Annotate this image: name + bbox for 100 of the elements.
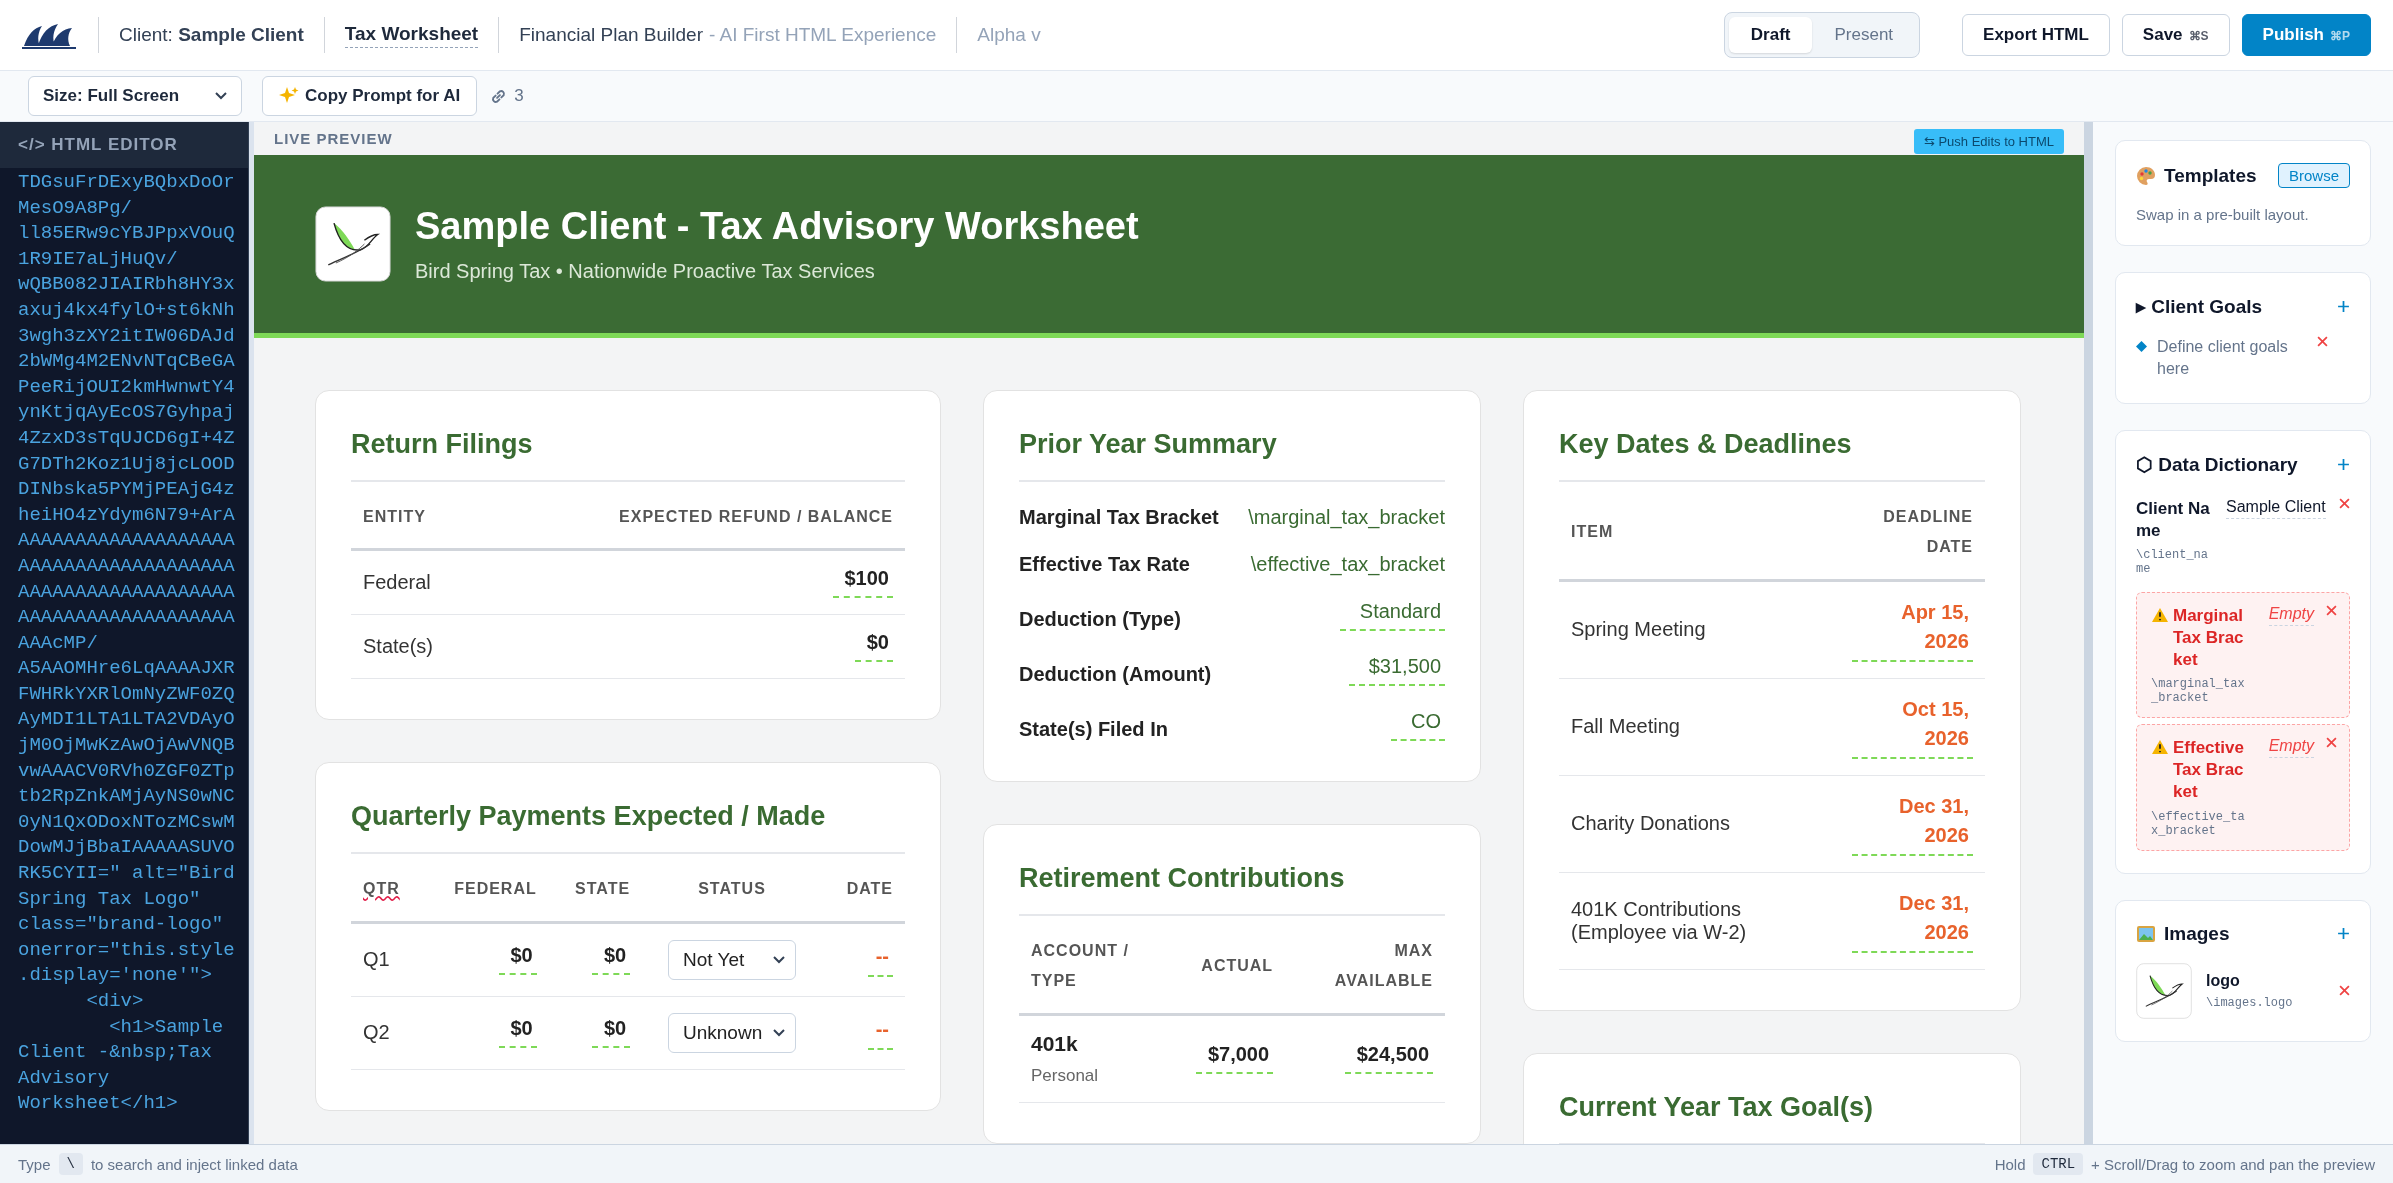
- section-title: Quarterly Payments Expected / Made: [351, 801, 905, 855]
- status-dropdown[interactable]: Unknown: [668, 1012, 796, 1053]
- close-icon[interactable]: [2326, 604, 2337, 616]
- column-header: QTR: [363, 880, 400, 898]
- browse-button[interactable]: Browse: [2277, 163, 2350, 188]
- entry-value-field[interactable]: Sample Client: [2226, 497, 2326, 519]
- code-line[interactable]: FWHRkYXRlOmNyZWF0ZQ: [18, 681, 235, 708]
- panel-title[interactable]: ▸ Client Goals: [2136, 295, 2263, 318]
- code-line[interactable]: .display='none'">: [18, 963, 212, 989]
- date-field[interactable]: Dec 31, 2026: [1852, 888, 1973, 953]
- date-field[interactable]: Oct 15, 2026: [1852, 694, 1973, 759]
- code-line[interactable]: Spring Tax Logo": [18, 886, 201, 913]
- summary-field[interactable]: CO: [1391, 710, 1445, 741]
- code-line[interactable]: 0yN1QxODoxNTozMCswM: [18, 809, 235, 836]
- plus-icon[interactable]: [2337, 457, 2350, 471]
- amount-field[interactable]: $0: [591, 1017, 631, 1049]
- code-line[interactable]: AAAAAAAAAAAAAAAAAAA: [18, 553, 235, 580]
- key-hint: \: [58, 1153, 83, 1175]
- code-line[interactable]: axuj4kx4fylO+st6kNh: [18, 297, 235, 324]
- status-dropdown[interactable]: Not Yet: [668, 939, 796, 980]
- code-line[interactable]: <h1>Sample: [18, 1014, 224, 1041]
- amount-field[interactable]: $0: [498, 944, 537, 976]
- code-line[interactable]: wQBB082JIAIRbh8HY3x: [18, 272, 235, 298]
- code-line[interactable]: heiHO4zYdym6N79+ArA: [18, 502, 235, 529]
- link-count: 3: [514, 86, 524, 106]
- code-line[interactable]: Worksheet</h1>: [18, 1091, 178, 1117]
- close-icon[interactable]: [2326, 737, 2337, 749]
- date-field[interactable]: Dec 31, 2026: [1852, 791, 1973, 856]
- date-field[interactable]: --: [867, 942, 893, 978]
- amount-field[interactable]: $7,000: [1195, 1043, 1274, 1075]
- amount-field[interactable]: $24,500: [1344, 1043, 1433, 1075]
- document-title[interactable]: Tax Worksheet: [344, 22, 479, 48]
- table-cell-text: Q1: [363, 948, 390, 971]
- date-field[interactable]: Apr 15, 2026: [1852, 597, 1973, 662]
- goal-text[interactable]: Define client goals here: [2157, 336, 2307, 381]
- close-icon[interactable]: [2317, 336, 2328, 347]
- entry-value-field[interactable]: Empty: [2268, 604, 2314, 626]
- code-line[interactable]: jM0OjMwKzAwOjAwVNQB: [18, 733, 235, 759]
- code-line[interactable]: PeeRijOUI2kmHwnwtY4: [18, 374, 235, 401]
- column-header: ENTITY: [363, 508, 426, 525]
- plus-icon[interactable]: [2337, 927, 2350, 941]
- mode-tab[interactable]: Present: [1812, 17, 1916, 53]
- caret-icon: [215, 92, 227, 100]
- code-line[interactable]: Client -&nbsp;Tax: [18, 1040, 212, 1066]
- table-cell-text: Federal: [363, 571, 431, 594]
- summary-field[interactable]: Standard: [1339, 600, 1445, 631]
- code-line[interactable]: ll85ERw9cYBJPpxVOuQ: [18, 221, 235, 247]
- code-line[interactable]: Advisory: [18, 1065, 110, 1092]
- amount-field[interactable]: $0: [591, 944, 631, 976]
- plus-icon[interactable]: [2337, 300, 2350, 313]
- column-header: DEADLINE DATE: [1883, 508, 1973, 556]
- close-icon[interactable]: [2339, 985, 2350, 997]
- close-icon[interactable]: [2339, 497, 2350, 509]
- code-line[interactable]: AyMDI1LTA1LTA2VDAyO: [18, 707, 235, 734]
- amount-field[interactable]: $0: [498, 1017, 537, 1049]
- column-header: STATE: [575, 880, 631, 898]
- entry-value-field[interactable]: Empty: [2268, 737, 2314, 759]
- caret-icon: [773, 1028, 785, 1037]
- action-button[interactable]: Export HTML: [1962, 14, 2110, 56]
- code-line[interactable]: TDGsuFrDExyBQbxDoOr: [18, 170, 235, 196]
- code-line[interactable]: ynKtjqAyEcOS7Gyhpaj: [18, 400, 235, 426]
- code-line[interactable]: onerror="this.style: [18, 937, 235, 964]
- action-button[interactable]: Save ⌘S: [2121, 14, 2230, 56]
- date-field[interactable]: --: [867, 1015, 893, 1051]
- variable-key: \marginal_tax_bracket: [2151, 677, 2247, 706]
- code-line[interactable]: 2bWMg4M2ENvNTqCBeGA: [18, 349, 235, 375]
- warning-icon: [2151, 739, 2169, 756]
- amount-field[interactable]: $0: [854, 631, 893, 663]
- column-header: ITEM: [1571, 523, 1614, 541]
- code-line[interactable]: 4ZzxD3sTqUJCD6gI+4Z: [18, 425, 235, 452]
- size-select[interactable]: Size: Full Screen: [28, 76, 242, 116]
- code-line[interactable]: <div>: [18, 989, 144, 1015]
- amount-field[interactable]: $100: [832, 567, 893, 599]
- code-line[interactable]: class="brand-logo": [18, 912, 224, 938]
- code-line[interactable]: vwAAACV0RVh0ZGF0ZTp: [18, 758, 235, 785]
- column-header: FEDERAL: [454, 880, 537, 898]
- summary-field[interactable]: $31,500: [1348, 655, 1445, 686]
- code-line[interactable]: AAAAAAAAAAAAAAAAAAA: [18, 528, 235, 554]
- mode-tab[interactable]: Draft: [1728, 17, 1813, 53]
- code-line[interactable]: 3wgh3zXY2itIW06DAJd: [18, 323, 235, 350]
- code-line[interactable]: MesO9A8Pg/: [18, 195, 133, 222]
- section-title: Return Filings: [351, 429, 905, 482]
- panel-title: Images: [2164, 922, 2230, 945]
- code-line[interactable]: AAAAAAAAAAAAAAAAAAA: [18, 605, 235, 631]
- code-line[interactable]: AAAcMP/: [18, 630, 98, 657]
- code-line[interactable]: DowMJjBbaIAAAAASUVO: [18, 835, 235, 862]
- code-line[interactable]: tb2RpZnkAMjAyNS0wNC: [18, 784, 235, 810]
- push-edits-button[interactable]: ⇆ Push Edits to HTML: [1913, 129, 2064, 154]
- code-line[interactable]: A5AAOMHre6LqAAAAJXR: [18, 656, 235, 682]
- caret-icon: [773, 955, 785, 964]
- copy-prompt-button[interactable]: Copy Prompt for AI: [262, 76, 478, 116]
- code-line[interactable]: 1R9IE7aLjHuQv/: [18, 246, 178, 273]
- code-line[interactable]: AAAAAAAAAAAAAAAAAAA: [18, 579, 235, 606]
- column-header: EXPECTED REFUND / BALANCE: [619, 508, 893, 525]
- app-tagline: - AI First HTML Experience: [708, 24, 937, 46]
- code-line[interactable]: G7DTh2Koz1Uj8jcLOOD: [18, 451, 235, 478]
- code-line[interactable]: RK5CYII=" alt="Bird: [18, 861, 235, 887]
- publish-button[interactable]: Publish ⌘P: [2241, 14, 2371, 56]
- code-line[interactable]: DINbska5PYMjPEAjG4z: [18, 477, 235, 503]
- table-cell-text: Fall Meeting: [1571, 715, 1680, 738]
